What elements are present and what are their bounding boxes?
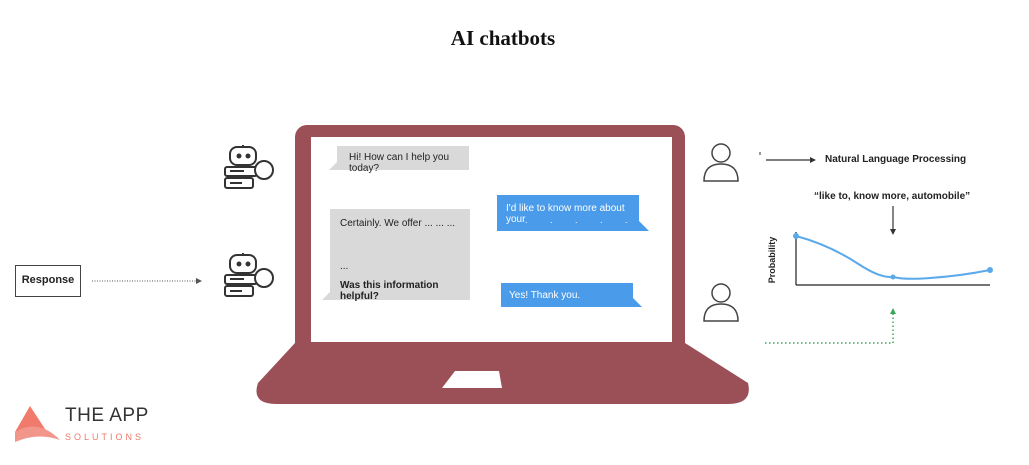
curve-point <box>793 233 799 239</box>
bot-reply-text: Certainly. We offer ... ... ... <box>340 218 456 229</box>
bot-greeting-bubble: Hi! How can I help you today? <box>329 146 469 174</box>
user-icon <box>703 283 739 322</box>
robot-icon <box>224 145 274 189</box>
curve-point <box>987 267 993 273</box>
logo-sub: SOLUTIONS <box>65 432 145 442</box>
probability-graph <box>793 232 993 286</box>
keywords-quote: “like to, know more, automobile” <box>814 191 971 202</box>
curve-point <box>890 274 896 280</box>
diagram-canvas <box>15 125 993 442</box>
user-message-bubble: I'd like to know more about your . . . .… <box>497 195 649 231</box>
logo-name: THE APP <box>65 405 149 426</box>
bot-reply-ellipsis: ... <box>340 261 349 272</box>
dotted-connector <box>765 314 894 344</box>
bot-reply-bubble: Certainly. We offer ... ... ... ... Was … <box>322 209 470 302</box>
user-reply-bubble: Yes! Thank you. <box>501 283 642 307</box>
logo-mark <box>15 406 60 442</box>
user-icon <box>703 143 739 182</box>
robot-icon <box>224 253 274 297</box>
response-box: Response <box>15 265 81 297</box>
bot-reply-question: Was this information helpful? <box>340 280 439 302</box>
typing-dots: . . . . . <box>525 215 638 225</box>
laptop-base <box>256 343 749 404</box>
arrow-up-icon <box>890 308 896 314</box>
user-reply-text: Yes! Thank you. <box>509 290 581 301</box>
probability-curve <box>795 235 991 280</box>
nlp-label: Natural Language Processing <box>825 154 967 165</box>
